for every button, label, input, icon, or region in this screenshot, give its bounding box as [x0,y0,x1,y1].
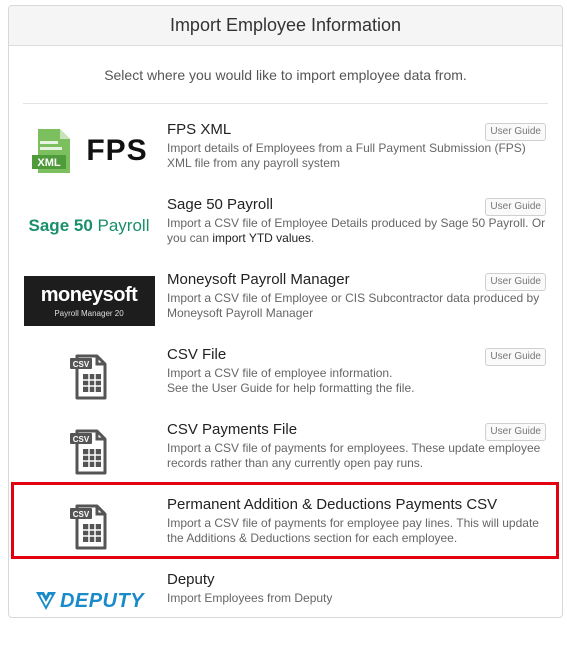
user-guide-button[interactable]: User Guide [485,123,546,141]
svg-text:CSV: CSV [73,435,90,444]
import-option-sage-50[interactable]: Sage 50 Payroll Sage 50 Payroll Import a… [9,196,562,271]
option-description: Import a CSV file of payments for employ… [167,441,541,470]
option-title[interactable]: Deputy [167,571,215,588]
option-description: Import a CSV file of payments for employ… [167,516,539,545]
deputy-mark-icon [35,592,56,610]
option-title[interactable]: CSV File [167,346,226,363]
user-guide-button[interactable]: User Guide [485,348,546,366]
option-description: Import Employees from Deputy [167,591,333,605]
moneysoft-logo: moneysoft Payroll Manager 20 [19,271,159,331]
fps-xml-logo: XML FPS [19,121,159,181]
option-title[interactable]: CSV Payments File [167,421,297,438]
csv-file-icon: CSV [19,496,159,556]
import-option-moneysoft[interactable]: moneysoft Payroll Manager 20 Moneysoft P… [9,271,562,346]
option-title[interactable]: Moneysoft Payroll Manager [167,271,350,288]
page-title: Import Employee Information [169,15,402,35]
import-option-csv-payments[interactable]: CSV CSV Payments File Import a CSV file … [9,421,562,496]
fps-logo-text: FPS [86,134,148,167]
import-option-csv-file[interactable]: CSV CSV File Import a CSV file of employ… [9,346,562,421]
sage-50-payroll-logo: Sage 50 Payroll [28,216,150,235]
user-guide-button[interactable]: User Guide [485,198,546,216]
import-option-permanent-additions-deductions[interactable]: CSV Permanent Addition & Deductions Paym… [9,482,562,571]
divider [23,103,548,104]
xml-file-icon: XML [32,129,71,173]
import-ytd-link[interactable]: import YTD values [212,231,310,245]
import-panel: Import Employee Information Select where… [8,5,563,618]
option-title[interactable]: Permanent Addition & Deductions Payments… [167,496,497,513]
svg-text:CSV: CSV [73,360,90,369]
xml-badge-text: XML [38,157,62,169]
import-option-fps-xml[interactable]: XML FPS FPS XML Import details of Employ… [9,121,562,196]
option-description: Import a CSV file of Employee or CIS Sub… [167,291,540,320]
deputy-logo: DEPUTY [19,571,159,631]
option-title[interactable]: FPS XML [167,121,231,138]
page-subtitle: Select where you would like to import em… [104,67,467,83]
option-description: Import a CSV file of employee informatio… [167,366,415,395]
option-description: Import details of Employees from a Full … [167,141,526,170]
user-guide-button[interactable]: User Guide [485,423,546,441]
option-title[interactable]: Sage 50 Payroll [167,196,273,213]
option-description: Import a CSV file of Employee Details pr… [167,216,546,245]
svg-text:CSV: CSV [73,510,90,519]
user-guide-button[interactable]: User Guide [485,273,546,291]
csv-file-icon: CSV [19,346,159,406]
panel-header: Import Employee Information [9,6,562,46]
import-option-deputy[interactable]: DEPUTY Deputy Import Employees from Depu… [9,571,562,646]
csv-file-icon: CSV [19,421,159,481]
